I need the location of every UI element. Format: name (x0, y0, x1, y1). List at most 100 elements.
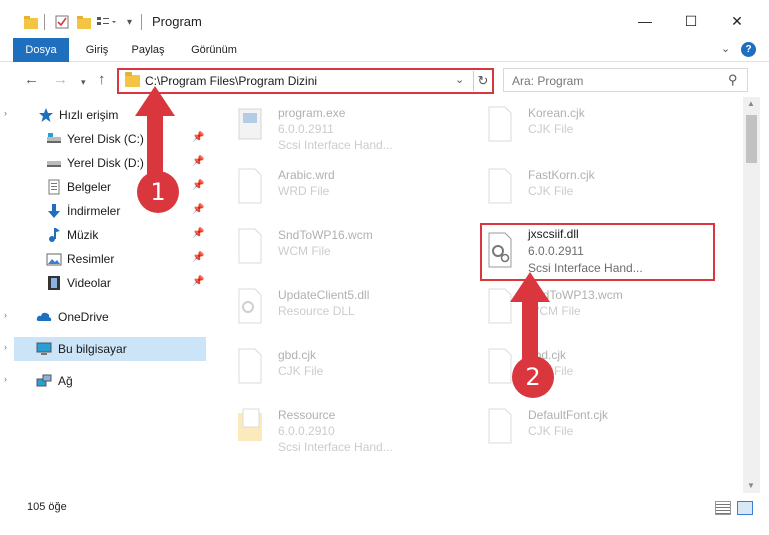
pin-icon[interactable]: 📌 (192, 276, 204, 287)
file-icon (238, 228, 262, 264)
computer-icon (36, 342, 52, 355)
forward-icon[interactable]: → (53, 71, 68, 88)
file-description: Scsi Interface Hand... (278, 440, 393, 454)
maximize-button[interactable]: ☐ (668, 8, 714, 34)
tiles-view-icon[interactable] (737, 501, 753, 515)
file-name: DefaultFont.cjk (528, 408, 609, 422)
tab-share[interactable]: Paylaş (123, 38, 173, 62)
sidebar-item-downloads[interactable]: İndirmeler 📌 (14, 199, 206, 223)
search-box[interactable]: Ara: Program ⚲ (503, 68, 748, 92)
star-icon (39, 108, 53, 122)
file-tile[interactable]: FastKorn.cjk CJK File (460, 159, 700, 217)
sidebar-item-music[interactable]: Müzik 📌 (14, 223, 206, 247)
exe-icon (238, 108, 262, 140)
file-version: 6.0.0.2910 (278, 424, 335, 438)
expand-ribbon-icon[interactable]: ⌄ (721, 42, 730, 55)
expand-caret-icon[interactable]: › (4, 342, 7, 352)
file-type: Resource DLL (278, 304, 355, 318)
expand-caret-icon[interactable]: › (4, 108, 7, 118)
file-name: Arabic.wrd (278, 168, 335, 182)
folder-icon (24, 13, 38, 31)
chevron-down-icon[interactable]: ⌄ (455, 73, 464, 86)
file-tile[interactable]: gbd.cjk CJK File (460, 339, 700, 397)
file-type: WRD File (278, 184, 330, 198)
pin-icon[interactable]: 📌 (192, 180, 204, 191)
pin-icon[interactable]: 📌 (192, 252, 204, 263)
up-icon[interactable]: ↑ (98, 71, 106, 88)
customize-toolbar-icon[interactable]: ▾ (127, 13, 132, 31)
pin-icon[interactable]: 📌 (192, 156, 204, 167)
file-icon (488, 408, 512, 444)
view-options-icon[interactable] (97, 13, 117, 31)
pin-icon[interactable]: 📌 (192, 204, 204, 215)
sidebar-item-label: OneDrive (58, 310, 109, 324)
file-type: CJK File (528, 184, 574, 198)
sidebar-item-label: Hızlı erişim (59, 108, 119, 122)
file-type: CJK File (528, 424, 574, 438)
file-type: CJK File (528, 122, 574, 136)
pin-icon[interactable]: 📌 (192, 228, 204, 239)
scroll-up-icon[interactable]: ▲ (747, 99, 755, 108)
file-name: SndToWP16.wcm (278, 228, 373, 242)
sidebar-item-label: Ağ (58, 374, 73, 388)
window-title: Program (152, 14, 202, 29)
sidebar-item-onedrive[interactable]: › OneDrive (4, 305, 206, 329)
callout-badge-1: 1 (137, 171, 179, 213)
file-tile[interactable]: program.exe 6.0.0.2911 Scsi Interface Ha… (210, 97, 450, 155)
title-bar: ▾ Program — ☐ ✕ (0, 0, 769, 40)
sidebar-item-pictures[interactable]: Resimler 📌 (14, 247, 206, 271)
minimize-button[interactable]: — (622, 8, 668, 34)
ribbon: Dosya Giriş Paylaş Görünüm ⌄ ? (0, 38, 769, 62)
scrollbar-thumb[interactable] (746, 115, 757, 163)
help-icon[interactable]: ? (741, 42, 756, 57)
sidebar-item-network[interactable]: › Ağ (4, 369, 206, 393)
vertical-scrollbar[interactable]: ▲ ▼ (743, 97, 760, 493)
sidebar-item-videos[interactable]: Videolar 📌 (14, 271, 206, 295)
cloud-icon (36, 312, 52, 321)
drive-icon (47, 161, 61, 167)
tab-file[interactable]: Dosya (13, 38, 69, 62)
network-icon (36, 374, 52, 387)
file-tile[interactable]: DefaultFont.cjk CJK File (460, 399, 700, 457)
scroll-down-icon[interactable]: ▼ (747, 481, 755, 490)
properties-icon[interactable] (55, 13, 69, 31)
video-icon (48, 276, 60, 290)
file-tile[interactable]: Korean.cjk CJK File (460, 97, 700, 155)
expand-caret-icon[interactable]: › (4, 374, 7, 384)
tab-view[interactable]: Görünüm (181, 38, 247, 62)
file-tile[interactable]: UpdateClient5.dll Resource DLL (210, 279, 450, 337)
navigation-bar: ← → ▾ ↑ C:\Program Files\Program Dizini … (0, 63, 769, 97)
file-name: Korean.cjk (528, 106, 585, 120)
search-icon[interactable]: ⚲ (728, 72, 738, 88)
details-view-icon[interactable] (715, 501, 731, 515)
pin-icon[interactable]: 📌 (192, 132, 204, 143)
file-tile[interactable]: SndToWP16.wcm WCM File (210, 219, 450, 277)
sidebar-item-this-pc[interactable]: › Bu bilgisayar (4, 337, 206, 361)
file-name: gbd.cjk (278, 348, 317, 362)
music-icon (49, 228, 60, 242)
file-name: UpdateClient5.dll (278, 288, 370, 302)
search-placeholder[interactable]: Ara: Program (512, 74, 583, 88)
toolbar-separator (141, 14, 142, 30)
close-button[interactable]: ✕ (714, 8, 760, 34)
new-folder-icon[interactable] (77, 13, 91, 31)
file-list: program.exe 6.0.0.2911 Scsi Interface Ha… (210, 97, 742, 493)
toolbar-separator (44, 14, 45, 30)
sidebar-item-label: Müzik (67, 228, 99, 242)
refresh-icon[interactable]: ↻ (473, 71, 492, 91)
recent-locations-icon[interactable]: ▾ (81, 77, 86, 88)
file-icon (238, 348, 262, 384)
sidebar-item-label: Videolar (67, 276, 111, 290)
file-tile[interactable]: gbd.cjk CJK File (210, 339, 450, 397)
file-icon (488, 168, 512, 204)
status-bar: 105 öğe (0, 493, 769, 535)
back-icon[interactable]: ← (24, 71, 39, 88)
download-icon (48, 204, 60, 218)
file-name: program.exe (278, 106, 346, 120)
callout-badge-2: 2 (512, 356, 554, 398)
file-tile[interactable]: Ressource 6.0.0.2910 Scsi Interface Hand… (210, 399, 450, 457)
file-tile[interactable]: Arabic.wrd WRD File (210, 159, 450, 217)
file-tile[interactable]: SndToWP13.wcm WCM File (460, 279, 700, 337)
expand-caret-icon[interactable]: › (4, 310, 7, 320)
tab-home[interactable]: Giriş (77, 38, 117, 62)
